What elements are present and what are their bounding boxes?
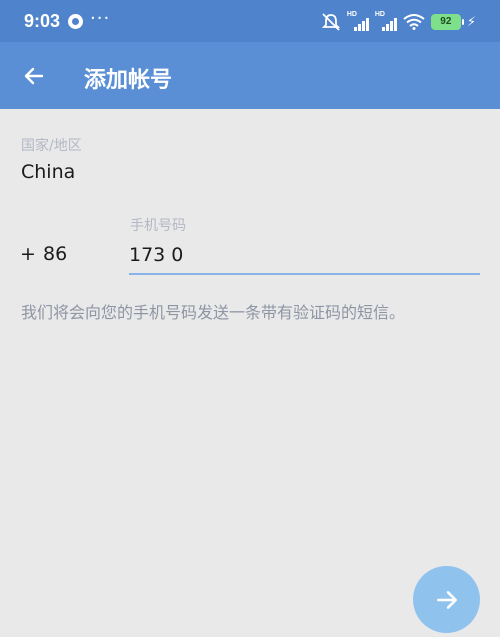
wifi-icon [403,14,425,30]
next-button[interactable] [413,566,480,633]
mute-icon [321,13,341,31]
app-bar: 添加帐号 [0,42,500,109]
status-icons: HD HD 92 ⚡ [321,11,476,32]
page-title: 添加帐号 [84,68,173,93]
country-code-field[interactable]: 86 [43,243,67,265]
sms-hint-text: 我们将会向您的手机号码发送一条带有验证码的短信。 [21,303,406,322]
charging-icon: ⚡ [466,14,476,30]
status-bar: 9:03 ··· HD HD 92 ⚡ [0,0,500,42]
hd-signal-icon: HD [375,11,397,31]
back-button[interactable] [14,56,54,96]
country-code-plus: + [20,243,36,265]
notification-app-icon [68,14,83,29]
arrow-left-icon [24,67,44,85]
hd-signal-icon: HD [347,11,369,31]
phone-number-input[interactable] [129,237,480,275]
battery-icon: 92 [430,14,464,30]
country-selector[interactable]: China [21,161,75,183]
phone-label: 手机号码 [130,218,186,234]
arrow-right-icon [436,590,457,609]
status-time: 9:03 [24,11,61,31]
country-label: 国家/地区 [21,138,82,154]
more-notifications-icon: ··· [90,8,111,29]
